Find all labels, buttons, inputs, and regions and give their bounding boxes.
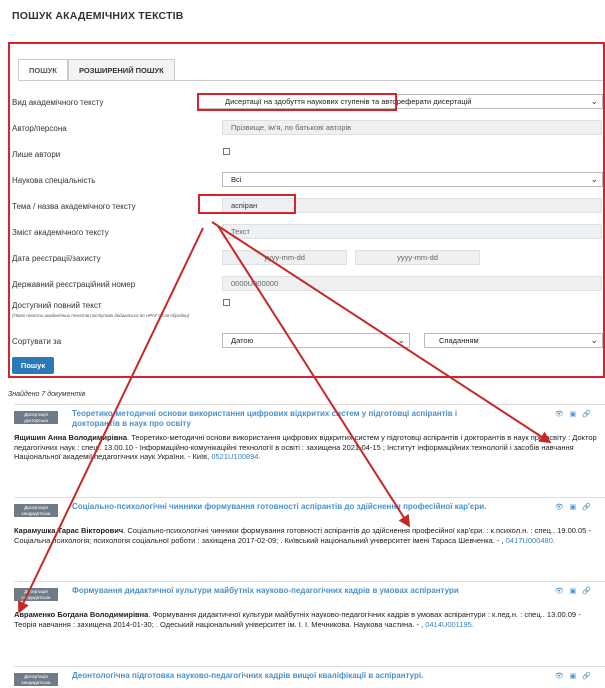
link-icon[interactable]: 🔗 bbox=[582, 504, 597, 511]
result-title[interactable]: Формування дидактичної культури майбутні… bbox=[72, 586, 492, 596]
only-authors-label: Лише автори bbox=[12, 150, 61, 159]
result-actions: 👁▣🔗 bbox=[555, 672, 597, 680]
sort-value: Датою bbox=[231, 336, 254, 345]
result-title[interactable]: Теоретико-методичні основи використання … bbox=[72, 409, 492, 429]
sort-select[interactable]: Датою ⌄ bbox=[222, 333, 410, 348]
tab-bar: ПОШУК РОЗШИРЕНИЙ ПОШУК bbox=[18, 59, 175, 81]
specialty-value: Всі bbox=[231, 175, 242, 184]
tabs-divider bbox=[18, 80, 603, 81]
result-item: Дисертація кандидатська Соціально-психол… bbox=[14, 497, 605, 573]
result-badge: Дисертація кандидатська bbox=[14, 673, 58, 686]
result-author: Авраменко Богдана Володимирівна bbox=[14, 610, 149, 619]
topic-label: Тема / назва академічного тексту bbox=[12, 202, 136, 211]
link-icon[interactable]: 🔗 bbox=[582, 673, 597, 680]
specialty-label: Наукова спеціальність bbox=[12, 176, 96, 185]
tab-search[interactable]: ПОШУК bbox=[18, 59, 69, 81]
author-label: Автор/персона bbox=[12, 124, 67, 133]
result-description: Ящишин Анна Володимирівна. Теоретико-мет… bbox=[14, 433, 605, 462]
result-description: Авраменко Богдана Володимирівна. Формува… bbox=[14, 610, 605, 629]
link-icon[interactable]: 🔗 bbox=[582, 411, 597, 418]
type-highlight bbox=[197, 93, 397, 111]
card-icon[interactable]: ▣ bbox=[570, 588, 583, 595]
eye-icon[interactable]: 👁 bbox=[555, 673, 570, 680]
result-badge: Дисертація докторська bbox=[14, 411, 58, 424]
regnum-input[interactable]: 0000U000000 bbox=[222, 276, 602, 291]
chevron-down-icon: ⌄ bbox=[590, 174, 598, 184]
eye-icon[interactable]: 👁 bbox=[555, 588, 570, 595]
result-link[interactable]: 0417U000480. bbox=[506, 536, 555, 545]
type-label: Вид академічного тексту bbox=[12, 98, 104, 107]
date-to-input[interactable]: yyyy-mm-dd bbox=[355, 250, 480, 265]
result-author: Ящишин Анна Володимирівна bbox=[14, 433, 128, 442]
author-input[interactable]: Прізвище, ім'я, по батькові авторів bbox=[222, 120, 602, 135]
fulltext-label: Доступний повний текст bbox=[12, 301, 102, 310]
order-value: Спаданням bbox=[439, 336, 479, 345]
fulltext-note: (Повні тексти академічних текстів поступ… bbox=[12, 313, 190, 318]
content-label: Зміст академічного тексту bbox=[12, 228, 109, 237]
link-icon[interactable]: 🔗 bbox=[582, 588, 597, 595]
result-actions: 👁▣🔗 bbox=[555, 503, 597, 511]
card-icon[interactable]: ▣ bbox=[570, 411, 583, 418]
result-title[interactable]: Деонтологічна підготовка науково-педагог… bbox=[72, 671, 492, 681]
results-count: Знайдено 7 документів bbox=[8, 391, 86, 398]
result-link[interactable]: 0521U100894. bbox=[211, 452, 260, 461]
order-select[interactable]: Спаданням ⌄ bbox=[424, 333, 603, 348]
regnum-label: Державний реєстраційний номер bbox=[12, 280, 136, 289]
result-author: Карамушка Тарас Вікторович bbox=[14, 526, 124, 535]
date-label: Дата реєстрації/захисту bbox=[12, 254, 101, 263]
result-link[interactable]: 0414U001195. bbox=[425, 620, 474, 629]
result-item: Дисертація докторська Теоретико-методичн… bbox=[14, 404, 605, 490]
eye-icon[interactable]: 👁 bbox=[555, 504, 570, 511]
result-badge: Дисертація кандидатська bbox=[14, 504, 58, 517]
search-button[interactable]: Пошук bbox=[12, 357, 54, 374]
result-actions: 👁▣🔗 bbox=[555, 587, 597, 595]
card-icon[interactable]: ▣ bbox=[570, 673, 583, 680]
page-title: ПОШУК АКАДЕМІЧНИХ ТЕКСТІВ bbox=[12, 10, 184, 22]
chevron-down-icon: ⌄ bbox=[590, 96, 598, 106]
result-badge: Дисертація кандидатська bbox=[14, 588, 58, 601]
topic-highlight bbox=[198, 194, 296, 214]
result-item: Дисертація кандидатська Формування дидак… bbox=[14, 581, 605, 659]
specialty-select[interactable]: Всі ⌄ bbox=[222, 172, 603, 187]
chevron-down-icon: ⌄ bbox=[590, 335, 598, 345]
card-icon[interactable]: ▣ bbox=[570, 504, 583, 511]
content-input[interactable]: Текст bbox=[222, 224, 602, 239]
date-from-input[interactable]: yyyy-mm-dd bbox=[222, 250, 347, 265]
fulltext-checkbox[interactable] bbox=[223, 299, 230, 306]
sort-label: Сортувати за bbox=[12, 337, 62, 346]
result-item: Дисертація кандидатська Деонтологічна пі… bbox=[14, 666, 605, 688]
result-description: Карамушка Тарас Вікторович. Соціально-пс… bbox=[14, 526, 605, 545]
result-title[interactable]: Соціально-психологічні чинники формуванн… bbox=[72, 502, 492, 512]
chevron-down-icon: ⌄ bbox=[397, 335, 405, 345]
only-authors-checkbox[interactable] bbox=[223, 148, 230, 155]
tab-advanced-search[interactable]: РОЗШИРЕНИЙ ПОШУК bbox=[68, 59, 175, 81]
result-actions: 👁▣🔗 bbox=[555, 410, 597, 418]
eye-icon[interactable]: 👁 bbox=[555, 411, 570, 418]
